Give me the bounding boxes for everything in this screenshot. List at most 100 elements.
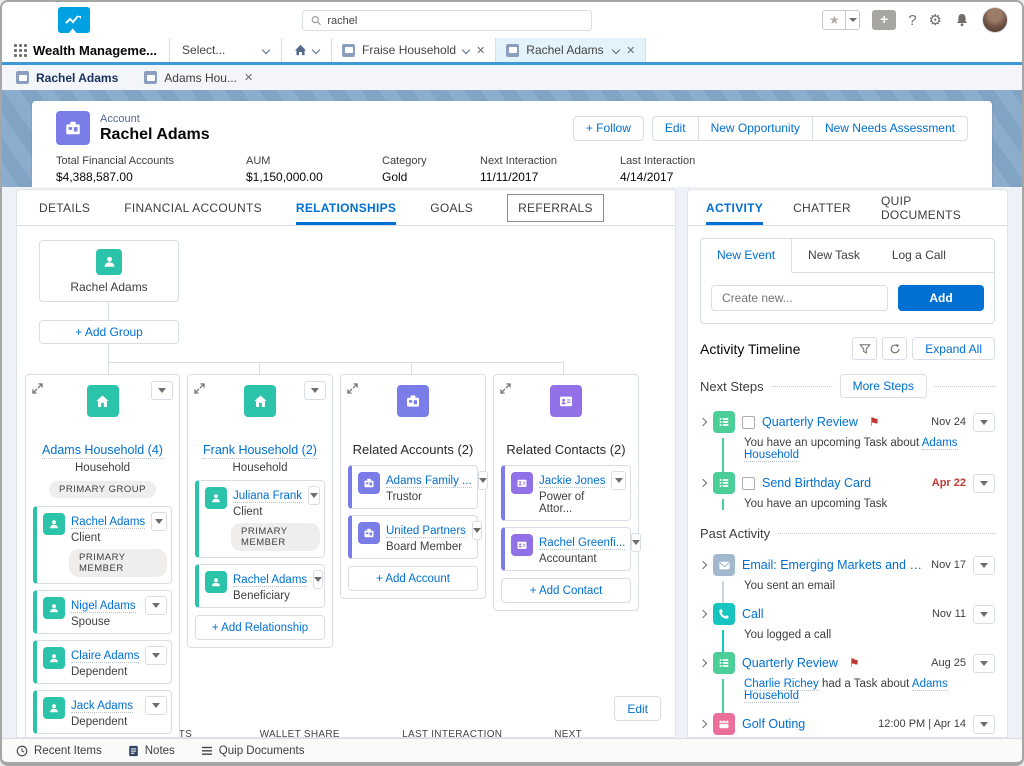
member-name-link[interactable]: Rachel Adams xyxy=(233,574,307,587)
member-name-link[interactable]: Claire Adams xyxy=(71,650,139,663)
item-menu-button[interactable] xyxy=(973,715,995,734)
setup-gear-icon[interactable]: ⚙ xyxy=(929,11,942,29)
chevron-right-icon[interactable] xyxy=(699,479,707,487)
tab-activity[interactable]: ACTIVITY xyxy=(706,190,763,225)
related-contact-link[interactable]: Jackie Jones xyxy=(539,475,605,488)
item-menu-button[interactable] xyxy=(973,654,995,673)
follow-button[interactable]: + Follow xyxy=(573,116,644,141)
member-menu-button[interactable] xyxy=(145,696,167,715)
tab-referrals[interactable]: REFERRALS xyxy=(507,194,604,222)
tab-financial-accounts[interactable]: FINANCIAL ACCOUNTS xyxy=(124,190,262,225)
member-name-link[interactable]: Jack Adams xyxy=(71,700,133,713)
related-account-link[interactable]: Adams Family ... xyxy=(386,475,472,488)
notifications-bell-icon[interactable] xyxy=(954,12,970,28)
tab-details[interactable]: DETAILS xyxy=(39,190,90,225)
expand-icon[interactable] xyxy=(347,381,358,399)
member-menu-button[interactable] xyxy=(313,570,323,589)
new-needs-assessment-button[interactable]: New Needs Assessment xyxy=(812,116,968,141)
close-icon[interactable]: ✕ xyxy=(476,44,485,57)
notes-button[interactable]: Notes xyxy=(128,745,175,757)
favorites-caret-icon[interactable] xyxy=(846,10,860,30)
task-checkbox[interactable] xyxy=(742,477,755,490)
chevron-down-icon[interactable] xyxy=(612,46,620,54)
app-launcher[interactable]: Wealth Manageme... xyxy=(2,38,170,62)
filter-icon[interactable] xyxy=(852,337,877,360)
object-select-dropdown[interactable]: Select... xyxy=(170,38,282,62)
star-icon[interactable]: ★ xyxy=(822,10,846,30)
chevron-right-icon[interactable] xyxy=(699,659,707,667)
add-account-button[interactable]: + Add Account xyxy=(348,566,478,591)
event-title-link[interactable]: Golf Outing xyxy=(742,717,805,731)
card-menu-button[interactable] xyxy=(304,381,326,400)
favorites-control[interactable]: ★ xyxy=(822,10,860,30)
member-menu-button[interactable] xyxy=(145,596,167,615)
tab-log-a-call[interactable]: Log a Call xyxy=(876,239,962,272)
task-title-link[interactable]: Send Birthday Card xyxy=(762,476,871,490)
subtab-adams-household[interactable]: Adams Hou... ✕ xyxy=(144,71,253,85)
add-contact-button[interactable]: + Add Contact xyxy=(501,578,631,603)
expand-icon[interactable] xyxy=(194,381,205,399)
task-checkbox[interactable] xyxy=(742,416,755,429)
add-relationship-button[interactable]: + Add Relationship xyxy=(195,615,325,640)
member-menu-button[interactable] xyxy=(151,512,167,531)
item-menu-button[interactable] xyxy=(973,556,995,575)
home-nav[interactable] xyxy=(282,38,332,62)
item-menu-button[interactable] xyxy=(973,605,995,624)
member-name-link[interactable]: Rachel Adams xyxy=(71,516,145,529)
chevron-right-icon[interactable] xyxy=(699,610,707,618)
refresh-icon[interactable] xyxy=(882,337,907,360)
call-title-link[interactable]: Call xyxy=(742,607,764,621)
member-menu-button[interactable] xyxy=(472,521,482,540)
member-menu-button[interactable] xyxy=(145,646,167,665)
member-menu-button[interactable] xyxy=(611,471,626,490)
tab-new-task[interactable]: New Task xyxy=(792,239,876,272)
tab-relationships[interactable]: RELATIONSHIPS xyxy=(296,190,396,225)
expand-all-button[interactable]: Expand All xyxy=(912,337,995,360)
chevron-down-icon[interactable] xyxy=(462,46,470,54)
search-input[interactable] xyxy=(327,15,583,27)
workspace-tab-fraise-household[interactable]: Fraise Household ✕ xyxy=(332,38,496,62)
email-title-link[interactable]: Email: Emerging Markets and China xyxy=(742,558,924,572)
recent-items-button[interactable]: Recent Items xyxy=(16,745,102,757)
tab-new-event[interactable]: New Event xyxy=(701,239,792,273)
group-title-link[interactable]: Adams Household (4) xyxy=(42,443,163,459)
tab-chatter[interactable]: CHATTER xyxy=(793,190,851,225)
member-menu-button[interactable] xyxy=(308,486,320,505)
expand-icon[interactable] xyxy=(32,381,43,399)
member-menu-button[interactable] xyxy=(631,533,641,552)
item-menu-button[interactable] xyxy=(973,474,995,493)
task-title-link[interactable]: Quarterly Review xyxy=(742,656,838,670)
subtab-rachel-adams[interactable]: Rachel Adams xyxy=(16,71,118,85)
close-icon[interactable]: ✕ xyxy=(244,71,253,84)
more-steps-button[interactable]: More Steps xyxy=(840,374,927,398)
member-menu-button[interactable] xyxy=(478,471,488,490)
related-contact-link[interactable]: Rachel Greenfi... xyxy=(539,537,625,550)
new-opportunity-button[interactable]: New Opportunity xyxy=(698,116,813,141)
chevron-right-icon[interactable] xyxy=(699,561,707,569)
chevron-right-icon[interactable] xyxy=(699,418,707,426)
tab-goals[interactable]: GOALS xyxy=(430,190,473,225)
member-name-link[interactable]: Juliana Frank xyxy=(233,490,302,503)
chevron-right-icon[interactable] xyxy=(699,720,707,728)
related-account-link[interactable]: United Partners xyxy=(386,525,466,538)
member-name-link[interactable]: Nigel Adams xyxy=(71,600,136,613)
root-client-node[interactable]: Rachel Adams xyxy=(39,240,179,302)
group-title-link[interactable]: Frank Household (2) xyxy=(203,443,317,459)
add-button[interactable]: Add xyxy=(898,285,984,311)
task-title-link[interactable]: Quarterly Review xyxy=(762,415,858,429)
salesforce-logo-icon[interactable] xyxy=(58,7,90,33)
quip-documents-button[interactable]: Quip Documents xyxy=(201,745,305,757)
add-icon[interactable]: + xyxy=(872,10,896,30)
help-icon[interactable]: ? xyxy=(908,12,916,29)
global-search[interactable] xyxy=(302,10,592,31)
user-avatar[interactable] xyxy=(982,7,1008,33)
expand-icon[interactable] xyxy=(500,381,511,399)
item-menu-button[interactable] xyxy=(973,413,995,432)
create-new-input[interactable] xyxy=(711,285,888,311)
tab-quip-documents[interactable]: QUIP DOCUMENTS xyxy=(881,190,989,225)
edit-button[interactable]: Edit xyxy=(652,116,699,141)
workspace-tab-rachel-adams[interactable]: Rachel Adams ✕ xyxy=(496,38,646,62)
add-group-button[interactable]: + Add Group xyxy=(39,320,179,344)
close-icon[interactable]: ✕ xyxy=(626,44,635,57)
card-menu-button[interactable] xyxy=(151,381,173,400)
